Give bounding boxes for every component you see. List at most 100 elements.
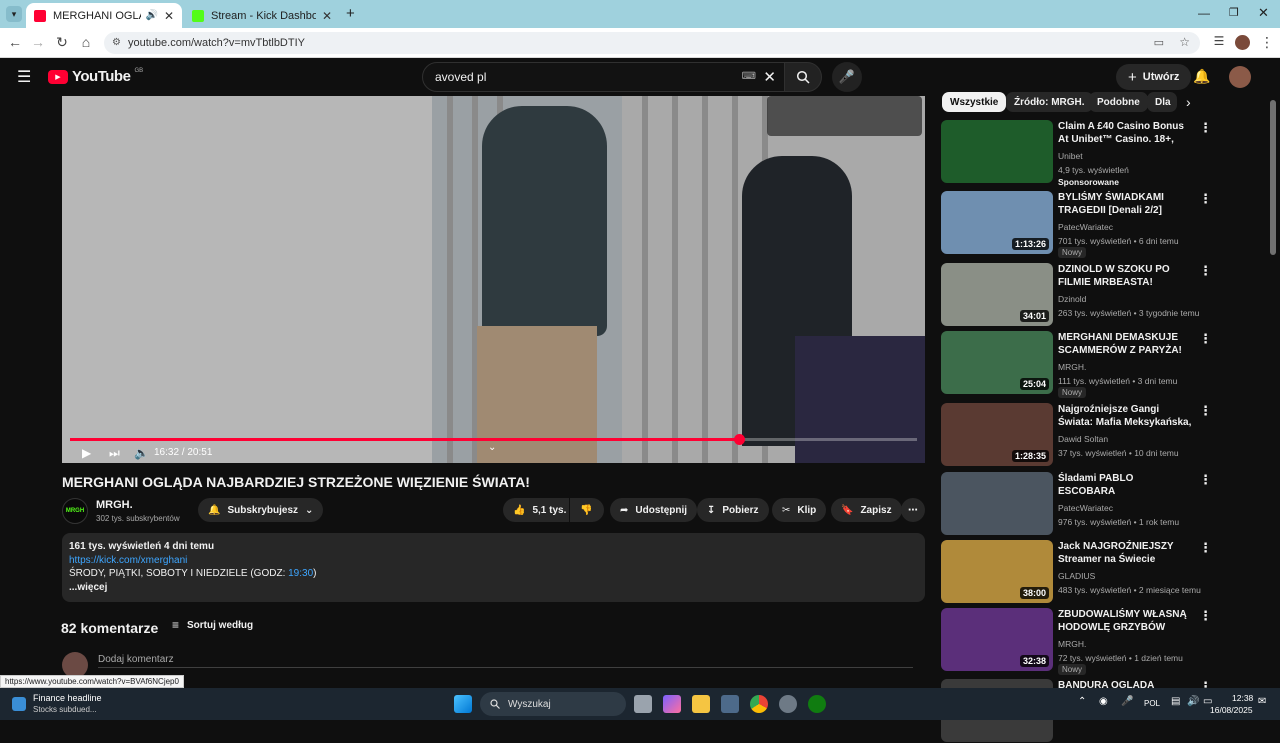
address-bar[interactable]: ⚙ youtube.com/watch?v=mvTbtlbDTIY ▭ ☆ [104, 32, 1200, 54]
recommended-video[interactable]: 1:28:35 Najgroźniejsze Gangi Świata: Mafi… [941, 403, 1212, 467]
security-icon[interactable]: ◉ [1099, 696, 1108, 707]
rec-title[interactable]: BYLIŚMY ŚWIADKAMI TRAGEDII [Denali 2/2] [1058, 191, 1193, 217]
video-thumbnail[interactable]: 1:13:26 [941, 191, 1053, 254]
sort-comments-button[interactable]: ≡ Sortuj według [172, 618, 253, 632]
speaker-icon[interactable]: 🔊 [1187, 696, 1199, 707]
rec-channel[interactable]: PatecWariatec [1058, 503, 1113, 513]
chip-related[interactable]: Podobne [1089, 92, 1148, 112]
chevron-right-icon[interactable]: › [1186, 94, 1191, 110]
forward-arrow-icon[interactable]: → [29, 34, 47, 50]
like-button[interactable]: 👍 5,1 tys. [503, 498, 569, 522]
recommended-video[interactable]: Claim A £40 Casino Bonus At Unibet™ Casi… [941, 120, 1212, 187]
rec-title[interactable]: Jack NAJGROŹNIEJSZY Streamer na Świecie [1058, 540, 1193, 566]
more-vertical-icon[interactable]: ⋮ [1199, 540, 1212, 556]
widget-headline[interactable]: Finance headline [33, 693, 102, 703]
new-tab-button[interactable]: + [346, 5, 355, 22]
minimize-window-button[interactable]: — [1198, 6, 1210, 20]
bookmark-star-icon[interactable]: ☆ [1179, 35, 1190, 49]
chip-for-you[interactable]: Dla [1147, 92, 1177, 112]
more-actions-button[interactable]: ⋯ [901, 498, 925, 522]
profile-avatar[interactable] [1235, 35, 1250, 50]
rec-title[interactable]: MERGHANI DEMASKUJE SCAMMERÓW Z PARYŻA! [1058, 331, 1193, 357]
page-scrollbar[interactable] [1270, 100, 1276, 255]
recommended-video[interactable]: 32:38 ZBUDOWALIŚMY WŁASNĄ HODOWLĘ GRZYBÓW… [941, 608, 1212, 675]
clock-time[interactable]: 12:38 [1232, 693, 1253, 703]
search-button[interactable] [784, 62, 822, 92]
voice-search-mic-icon[interactable]: 🎤 [832, 62, 862, 92]
rec-channel[interactable]: GLADIUS [1058, 571, 1095, 581]
notification-center-icon[interactable]: ✉ [1258, 696, 1266, 707]
account-avatar[interactable] [1229, 66, 1251, 88]
video-thumbnail[interactable] [941, 120, 1053, 183]
search-input[interactable]: avoved pl ⌨ ✕ [422, 62, 785, 92]
youtube-logo[interactable]: ▶ YouTube GB [48, 68, 143, 85]
next-video-icon[interactable]: ⏭ [109, 446, 120, 461]
chip-from-channel[interactable]: Źródło: MRGH. [1006, 92, 1093, 112]
recommended-video[interactable]: 38:00 Jack NAJGROŹNIEJSZY Streamer na Świ… [941, 540, 1212, 604]
tab-list-button[interactable]: ▾ [6, 6, 22, 22]
subscribed-button[interactable]: 🔔 Subskrybujesz ⌄ [198, 498, 324, 522]
browser-menu-icon[interactable]: ⋮ [1258, 34, 1276, 51]
rec-channel[interactable]: Unibet [1058, 151, 1083, 161]
close-window-button[interactable]: ✕ [1258, 5, 1269, 21]
show-more-link[interactable]: ...więcej [69, 581, 918, 595]
rec-title[interactable]: Claim A £40 Casino Bonus At Unibet™ Casi… [1058, 120, 1193, 147]
file-explorer-icon[interactable] [692, 695, 710, 713]
reload-icon[interactable]: ↻ [53, 34, 71, 51]
video-thumbnail[interactable]: 32:38 [941, 608, 1053, 671]
timestamp-link[interactable]: 19:30 [288, 568, 313, 579]
volume-icon[interactable]: 🔈 [134, 446, 149, 460]
recommended-video[interactable]: Śladami PABLO ESCOBARA PatecWariatec 976 t… [941, 472, 1212, 536]
clip-button[interactable]: ✂ Klip [772, 498, 827, 522]
share-button[interactable]: ➦ Udostępnij [610, 498, 698, 522]
chevron-down-icon[interactable]: ⌄ [488, 442, 496, 453]
rec-channel[interactable]: Dzinold [1058, 294, 1086, 304]
more-vertical-icon[interactable]: ⋮ [1199, 403, 1212, 419]
media-controls-icon[interactable]: ☰ [1210, 34, 1228, 48]
add-comment-input[interactable]: Dodaj komentarz [98, 654, 913, 668]
install-app-icon[interactable]: ▭ [1154, 36, 1164, 49]
input-language[interactable]: POL [1144, 699, 1160, 708]
recommended-video[interactable]: 1:13:26 BYLIŚMY ŚWIADKAMI TRAGEDII [Denal… [941, 191, 1212, 258]
download-button[interactable]: ↧ Pobierz [697, 498, 769, 522]
create-button[interactable]: + Utwórz [1116, 64, 1192, 90]
close-tab-icon[interactable]: ✕ [164, 9, 174, 23]
keyboard-icon[interactable]: ⌨ [742, 71, 756, 82]
rec-channel[interactable]: MRGH. [1058, 639, 1086, 649]
chip-all[interactable]: Wszystkie [942, 92, 1007, 112]
rec-title[interactable]: Najgroźniejsze Gangi Świata: Mafia Meksy… [1058, 403, 1193, 430]
guide-menu-icon[interactable]: ☰ [17, 67, 31, 87]
app-icon[interactable] [779, 695, 797, 713]
rec-channel[interactable]: Dawid Soltan [1058, 434, 1108, 444]
back-arrow-icon[interactable]: ← [6, 34, 24, 50]
site-info-icon[interactable]: ⚙ [112, 37, 121, 48]
weather-widget-icon[interactable] [12, 697, 26, 711]
network-icon[interactable]: ▤ [1171, 696, 1180, 707]
play-icon[interactable]: ▶ [82, 446, 91, 460]
rec-channel[interactable]: PatecWariatec [1058, 222, 1113, 232]
taskbar-search[interactable]: Wyszukaj [480, 692, 626, 716]
recommended-video[interactable]: 25:04 MERGHANI DEMASKUJE SCAMMERÓW Z PARY… [941, 331, 1212, 398]
store-icon[interactable] [721, 695, 739, 713]
clear-search-icon[interactable]: ✕ [763, 68, 776, 86]
copilot-icon[interactable] [663, 695, 681, 713]
rec-title[interactable]: Śladami PABLO ESCOBARA [1058, 472, 1193, 498]
rec-channel[interactable]: MRGH. [1058, 362, 1086, 372]
notifications-bell-icon[interactable]: 🔔 [1193, 68, 1210, 85]
more-vertical-icon[interactable]: ⋮ [1199, 120, 1212, 136]
video-player[interactable]: ▶ ⏭ 🔈 16:32 / 20:51 ⌄ [62, 96, 925, 463]
recommended-video[interactable]: 34:01 DZINOLD W SZOKU PO FILMIE MRBEASTA!… [941, 263, 1212, 327]
description-box[interactable]: 161 tys. wyświetleń 4 dni temu https://k… [62, 533, 925, 602]
rec-title[interactable]: ZBUDOWALIŚMY WŁASNĄ HODOWLĘ GRZYBÓW [1058, 608, 1193, 634]
video-thumbnail[interactable]: 34:01 [941, 263, 1053, 326]
video-thumbnail[interactable]: 1:28:35 [941, 403, 1053, 466]
xbox-icon[interactable] [808, 695, 826, 713]
video-progress-bar[interactable] [70, 434, 917, 445]
tab-kick-dashboard[interactable]: Stream - Kick Dashboard ✕ [184, 3, 340, 28]
clock-date[interactable]: 16/08/2025 [1210, 705, 1253, 715]
video-thumbnail[interactable] [941, 472, 1053, 535]
home-icon[interactable]: ⌂ [77, 34, 95, 50]
kick-link[interactable]: https://kick.com/xmerghani [69, 554, 918, 568]
video-thumbnail[interactable]: 25:04 [941, 331, 1053, 394]
more-vertical-icon[interactable]: ⋮ [1199, 472, 1212, 488]
